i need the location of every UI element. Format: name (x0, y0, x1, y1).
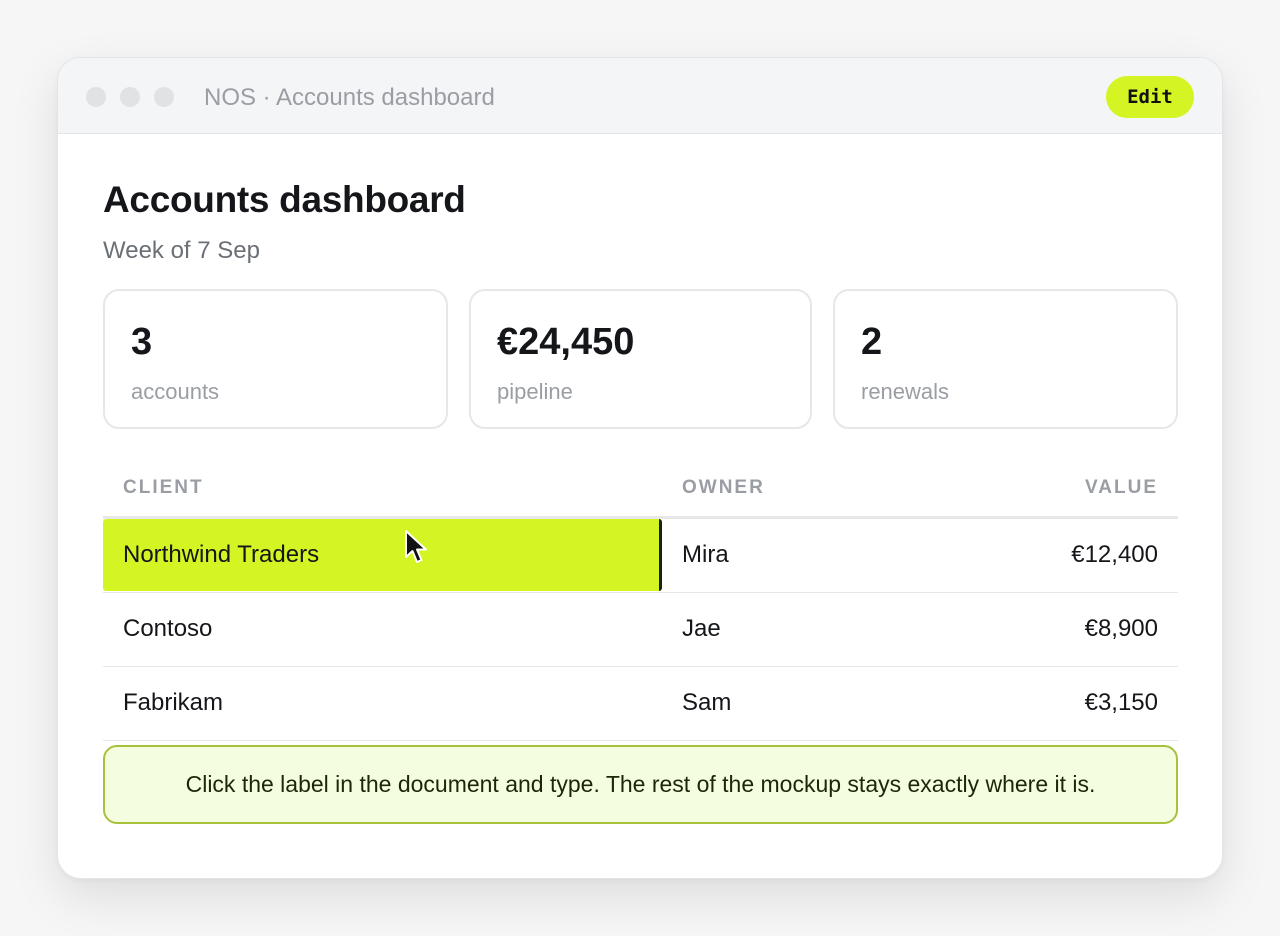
window-close-dot-icon[interactable] (86, 87, 106, 107)
client-cell-selected[interactable]: Northwind Traders (103, 519, 662, 591)
client-cell[interactable]: Contoso (103, 593, 662, 665)
stat-label: renewals (861, 379, 950, 404)
instruction-note: Click the label in the document and type… (103, 745, 1178, 824)
accounts-table: CLIENT OWNER VALUE Northwind Traders Mir… (103, 463, 1178, 741)
app-window: NOS · Accounts dashboard Edit Accounts d… (57, 57, 1223, 879)
table-row[interactable]: Northwind Traders Mira €12,400 (103, 519, 1178, 593)
page-subtitle: Week of 7 Sep (103, 237, 260, 264)
column-header-client[interactable]: CLIENT (123, 477, 204, 499)
stat-value: €24,450 (497, 321, 635, 363)
client-label[interactable]: Northwind Traders (123, 541, 319, 568)
stat-card-accounts: 3 accounts (103, 289, 448, 429)
value-cell: €8,900 (1084, 615, 1158, 642)
column-header-owner[interactable]: OWNER (682, 477, 765, 499)
stat-label: accounts (131, 379, 220, 404)
window-title: NOS · Accounts dashboard (204, 84, 495, 111)
page-title: Accounts dashboard (103, 179, 466, 220)
stat-label: pipeline (497, 379, 573, 404)
owner-cell: Sam (682, 689, 732, 716)
table-row[interactable]: Contoso Jae €8,900 (103, 593, 1178, 667)
stat-card-pipeline: €24,450 pipeline (469, 289, 812, 429)
table-header: CLIENT OWNER VALUE (103, 463, 1178, 519)
window-minimize-dot-icon[interactable] (120, 87, 140, 107)
client-cell[interactable]: Fabrikam (103, 667, 662, 739)
window-maximize-dot-icon[interactable] (154, 87, 174, 107)
edit-button[interactable]: Edit (1106, 76, 1194, 118)
value-cell: €3,150 (1084, 689, 1158, 716)
stat-value: 3 (131, 321, 153, 363)
owner-cell: Jae (682, 615, 721, 642)
stat-value: 2 (861, 321, 883, 363)
title-bar: NOS · Accounts dashboard Edit (58, 58, 1222, 134)
value-cell: €12,400 (1071, 541, 1158, 568)
column-header-value[interactable]: VALUE (1085, 477, 1158, 499)
mouse-pointer-icon (405, 530, 427, 563)
table-row[interactable]: Fabrikam Sam €3,150 (103, 667, 1178, 741)
owner-cell: Mira (682, 541, 729, 568)
stat-card-renewals: 2 renewals (833, 289, 1178, 429)
